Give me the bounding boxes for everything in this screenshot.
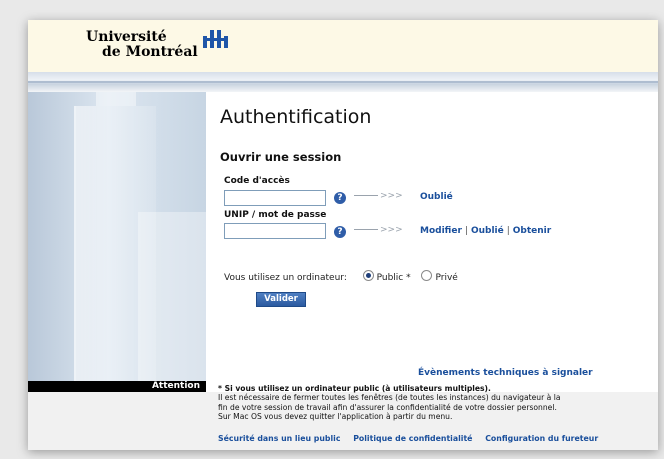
radio-public-label[interactable]: Public * (377, 273, 411, 283)
logo-line1: Université (86, 29, 167, 45)
password-label: UNIP / mot de passe (224, 210, 327, 220)
password-obtain-link[interactable]: Obtenir (513, 226, 551, 236)
password-modify-link[interactable]: Modifier (420, 226, 462, 236)
footer-link-config[interactable]: Configuration du fureteur (485, 434, 598, 443)
radio-private[interactable] (421, 270, 433, 281)
logo-line2: de Montréal (102, 44, 198, 60)
udem-logo[interactable]: Université de Montréal (86, 29, 228, 60)
access-forgot-link[interactable]: Oublié (420, 192, 453, 202)
password-forgot-link[interactable]: Oublié (471, 226, 504, 236)
notice-line4: Sur Mac OS vous devez quitter l'applicat… (218, 412, 453, 422)
footer-links: Sécurité dans un lieu public Politique d… (218, 434, 608, 443)
password-input[interactable] (224, 223, 326, 239)
access-code-input[interactable] (224, 190, 326, 206)
radio-public[interactable] (362, 270, 374, 281)
footer-link-security[interactable]: Sécurité dans un lieu public (218, 434, 340, 443)
notice-line3: fin de votre session de travail afin d'a… (218, 402, 557, 412)
submit-button[interactable]: Valider (256, 292, 306, 307)
side-banner-image (28, 92, 206, 382)
access-code-label: Code d'accès (224, 176, 290, 186)
footer-link-privacy[interactable]: Politique de confidentialité (353, 434, 472, 443)
notice-line2: Il est nécessaire de fermer toutes les f… (218, 393, 561, 403)
arrow-icon: >>> (354, 191, 414, 201)
notice-line1: * Si vous utilisez un ordinateur public … (218, 384, 491, 393)
building-wing-shape (138, 212, 206, 382)
password-links: Modifier | Oublié | Obtenir (420, 226, 552, 236)
page-title: Authentification (220, 106, 372, 128)
udem-logo-icon (203, 30, 228, 48)
arrow-icon: >>> (354, 225, 414, 235)
notice-text: * Si vous utilisez un ordinateur public … (218, 384, 638, 422)
header-stripe (28, 72, 658, 92)
section-title: Ouvrir une session (220, 150, 342, 164)
page-header: Université de Montréal (28, 20, 658, 72)
computer-question: Vous utilisez un ordinateur: (224, 273, 347, 283)
help-icon[interactable]: ? (334, 226, 346, 238)
radio-private-label[interactable]: Privé (435, 273, 457, 283)
access-code-links: Oublié (420, 192, 453, 202)
technical-events-link[interactable]: Évènements techniques à signaler (418, 368, 593, 378)
help-icon[interactable]: ? (334, 192, 346, 204)
browser-page: Université de Montréal Authentification … (28, 20, 658, 450)
computer-type-row: Vous utilisez un ordinateur: Public * Pr… (224, 270, 466, 283)
attention-label: Attention (28, 381, 206, 392)
